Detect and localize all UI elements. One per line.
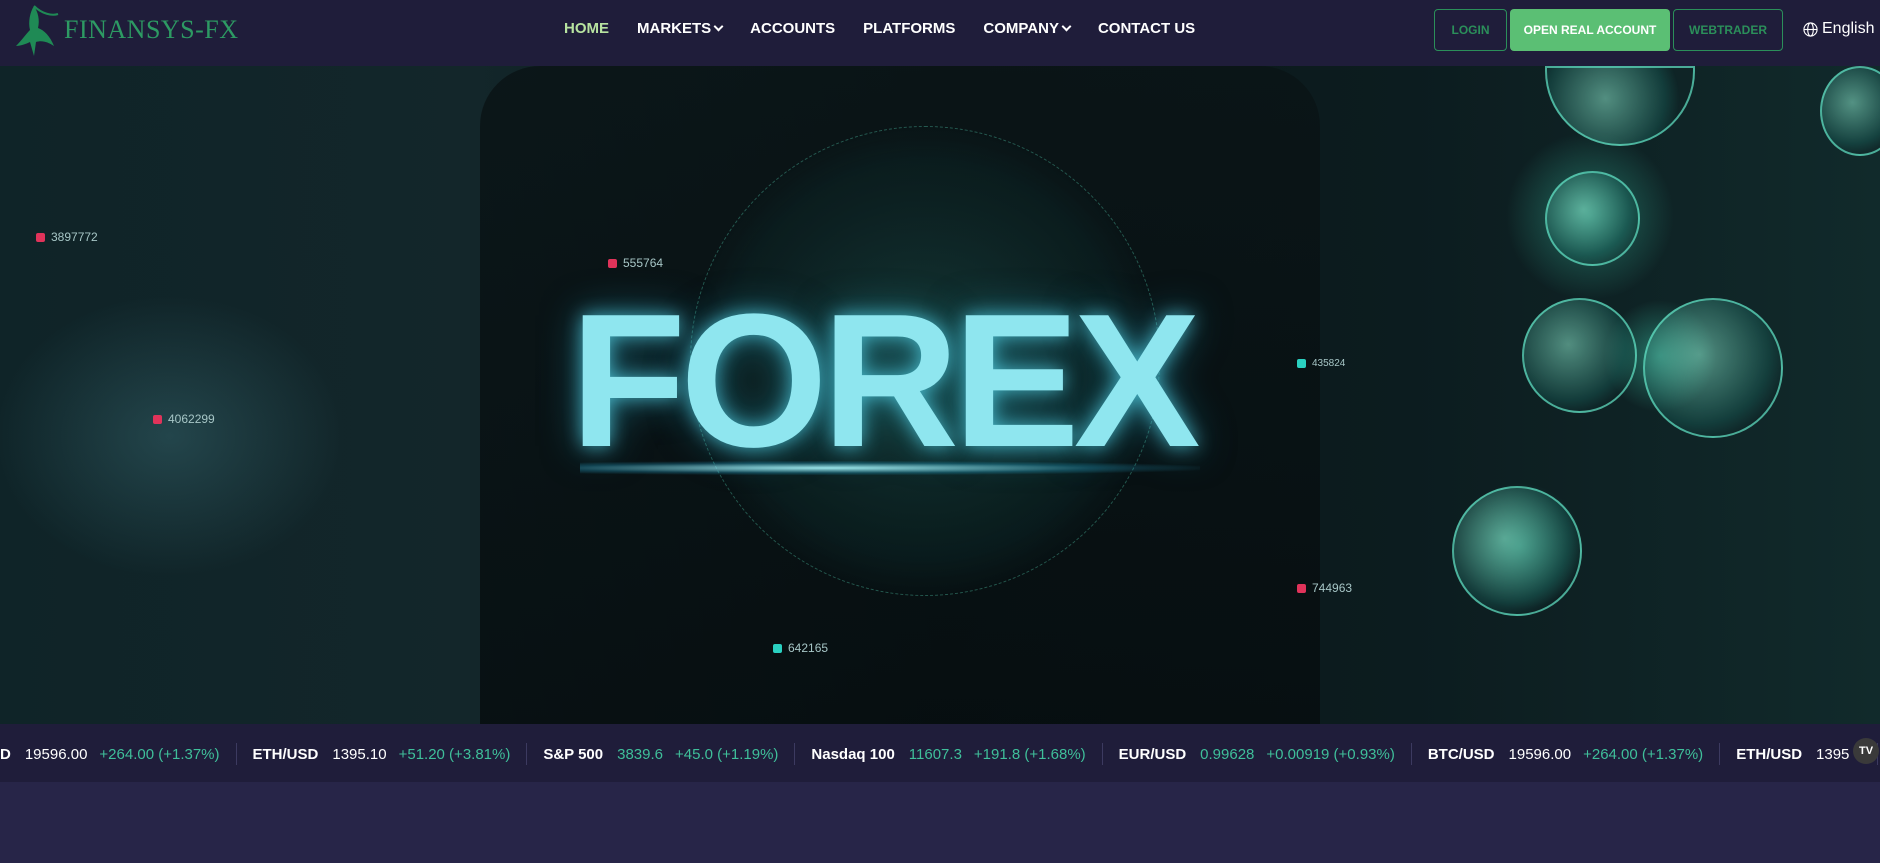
ticker-price: 0.99628	[1200, 745, 1255, 763]
nav-item-contact-us[interactable]: CONTACT US	[1098, 20, 1195, 37]
hero-orb	[1452, 486, 1582, 616]
chevron-down-icon	[1061, 21, 1072, 32]
nav-item-label: MARKETS	[637, 20, 712, 37]
ticker-price: 11607.3	[908, 745, 962, 763]
hero-orb	[1545, 66, 1695, 146]
nav-item-label: ACCOUNTS	[750, 20, 836, 37]
ticker-symbol: Nasdaq 100	[811, 745, 895, 763]
nav-item-markets[interactable]: MARKETS	[637, 20, 724, 37]
hero-orb	[1545, 171, 1640, 266]
hud-label: 642165	[773, 641, 828, 655]
nav-item-label: COMPANY	[983, 20, 1059, 37]
ticker-change: +0.00919 (+0.93%)	[1266, 745, 1395, 763]
nav-item-label: CONTACT US	[1097, 20, 1196, 37]
ticker-symbol: ETH/USD	[1736, 745, 1803, 763]
globe-icon	[1803, 21, 1818, 37]
ticker-price: 3839.6	[617, 745, 663, 763]
nav-item-label: PLATFORMS	[863, 20, 956, 37]
ticker-change: +264.00 (+1.37%)	[1583, 745, 1704, 763]
page-section-below	[0, 782, 1880, 863]
brand-name: FINANSYS-FX	[64, 15, 239, 44]
ticker-item[interactable]: S&P 500 3839.6 +45.0 (+1.19%)	[543, 743, 796, 765]
ticker-item[interactable]: ETH/USD 1395.10 +51.20 (+3.81%)	[253, 743, 528, 765]
webtrader-button[interactable]: WEBTRADER	[1673, 9, 1783, 51]
ticker-change: +264.00 (+1.37%)	[99, 745, 220, 763]
hud-label: 435824	[1297, 358, 1345, 369]
hud-label: 744963	[1297, 581, 1352, 595]
ticker-change: +51.20 (+3.81%)	[398, 745, 511, 763]
ticker-item[interactable]: D 19596.00 +264.00 (+1.37%)	[0, 743, 237, 765]
ticker-item[interactable]: EUR/USD 0.99628 +0.00919 (+0.93%)	[1119, 743, 1412, 765]
price-ticker: D 19596.00 +264.00 (+1.37%) ETH/USD 1395.10 +…	[0, 724, 1880, 782]
nav-item-home[interactable]: HOME	[564, 20, 609, 37]
ticker-symbol: EUR/USD	[1118, 745, 1187, 763]
language-label: English	[1822, 20, 1875, 37]
ticker-change: +45.0 (+1.19%)	[675, 745, 779, 763]
ticker-symbol: D	[0, 745, 11, 763]
brand-logo[interactable]: FINANSYS-FX	[14, 0, 239, 60]
ticker-symbol: BTC/USD	[1427, 745, 1495, 763]
ticker-item[interactable]: BTC/USD 19596.00 +264.00 (+1.37%)	[1427, 743, 1721, 765]
hero-orb	[1820, 66, 1880, 156]
login-button[interactable]: LOGIN	[1434, 9, 1507, 51]
bull-icon	[16, 5, 59, 56]
hud-label: 4062299	[153, 412, 215, 426]
nav-item-accounts[interactable]: ACCOUNTS	[750, 20, 835, 37]
hero-banner: 3897772 555764 4062299 435824 744963 642…	[0, 66, 1880, 724]
hud-label: 555764	[608, 256, 663, 270]
hud-label: 3897772	[36, 230, 98, 244]
hero-orb	[1643, 298, 1783, 438]
ticker-item[interactable]: Nasdaq 100 11607.3 +191.8 (+1.68%)	[811, 743, 1103, 765]
ticker-change: +191.8 (+1.68%)	[973, 745, 1086, 763]
nav-item-label: HOME	[564, 20, 609, 37]
top-navbar: FINANSYS-FX HOME MARKETS ACCOUNTS PLATFORMS…	[0, 0, 1880, 66]
ticker-price: 19596.00	[1508, 745, 1572, 763]
ticker-price: 1395.10	[332, 745, 387, 763]
ticker-symbol: ETH/USD	[252, 745, 319, 763]
hero-headline: FOREX	[570, 275, 1201, 487]
hero-light-flare	[580, 461, 1200, 475]
main-menu: HOME MARKETS ACCOUNTS PLATFORMS COMPANY CONTA…	[564, 20, 1223, 37]
nav-item-platforms[interactable]: PLATFORMS	[863, 20, 955, 37]
tradingview-logo-icon[interactable]: TV	[1853, 738, 1879, 764]
chevron-down-icon	[713, 21, 724, 32]
nav-item-company[interactable]: COMPANY	[983, 20, 1072, 37]
open-real-account-button[interactable]: OPEN REAL ACCOUNT	[1510, 9, 1670, 51]
language-selector[interactable]: English	[1803, 20, 1874, 38]
hero-orb	[1522, 298, 1637, 413]
ticker-track: D 19596.00 +264.00 (+1.37%) ETH/USD 1395.10 +…	[0, 743, 1880, 765]
ticker-price: 1395	[1816, 745, 1850, 763]
ticker-symbol: S&P 500	[543, 745, 604, 763]
ticker-price: 19596.00	[24, 745, 88, 763]
